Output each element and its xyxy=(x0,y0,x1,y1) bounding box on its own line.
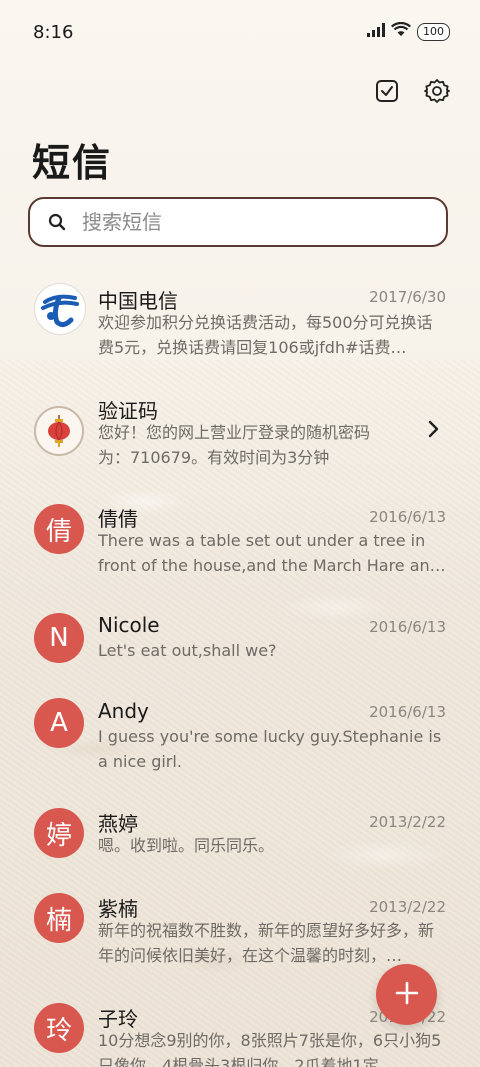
avatar: N xyxy=(34,613,84,663)
search-icon xyxy=(48,213,66,231)
list-item[interactable]: N Nicole 2016/6/13 Let's eat out,shall w… xyxy=(0,610,480,685)
message-preview: 10分想念9别的你，8张照片7张是你，6只小狗5只像你，4根骨头3根归你，2爪着… xyxy=(98,1031,442,1067)
plus-icon xyxy=(395,981,419,1009)
list-item[interactable]: 验证码 您好！您的网上营业厅登录的随机密码为：710679。有效时间为3分钟 xyxy=(0,390,480,490)
avatar: A xyxy=(34,698,84,748)
message-preview: There was a table set out under a tree i… xyxy=(98,531,446,575)
wifi-icon xyxy=(391,21,411,41)
message-date: 2016/6/13 xyxy=(369,618,446,636)
message-date: 2017/6/30 xyxy=(369,288,446,306)
page-title: 短信 xyxy=(32,141,113,185)
message-date: 2016/6/13 xyxy=(369,703,446,721)
status-icons: 100 xyxy=(367,21,450,41)
avatar: 倩 xyxy=(34,504,84,554)
avatar: 玲 xyxy=(34,1003,84,1053)
chevron-right-icon[interactable] xyxy=(428,420,440,442)
message-preview: 欢迎参加积分兑换话费活动，每500分可兑换话费5元，兑换话费请回复106或jfd… xyxy=(98,313,433,357)
message-preview: 嗯。收到啦。同乐同乐。 xyxy=(98,836,275,855)
lantern-icon xyxy=(34,406,84,456)
sender-name: Nicole xyxy=(98,613,160,637)
message-preview: Let's eat out,shall we? xyxy=(98,641,277,660)
message-preview: 新年的祝福数不胜数，新年的愿望好多好多，新年的问候依旧美好，在这个温馨的时刻，… xyxy=(98,921,435,965)
new-message-button[interactable] xyxy=(376,964,437,1025)
message-preview: 您好！您的网上营业厅登录的随机密码为：710679。有效时间为3分钟 xyxy=(98,423,371,467)
signal-icon xyxy=(367,22,385,41)
list-item[interactable]: 倩 倩倩 2016/6/13 There was a table set out… xyxy=(0,500,480,600)
toolbar-actions xyxy=(374,78,450,104)
select-icon[interactable] xyxy=(374,78,400,104)
china-telecom-logo-icon xyxy=(34,283,86,335)
settings-icon[interactable] xyxy=(424,78,450,104)
avatar: 婷 xyxy=(34,808,84,858)
list-item[interactable]: A Andy 2016/6/13 I guess you're some luc… xyxy=(0,695,480,795)
message-date: 2013/2/22 xyxy=(369,898,446,916)
list-item[interactable]: 中国电信 2017/6/30 欢迎参加积分兑换话费活动，每500分可兑换话费5元… xyxy=(0,280,480,380)
list-item[interactable]: 婷 燕婷 2013/2/22 嗯。收到啦。同乐同乐。 xyxy=(0,805,480,880)
status-bar: 8:16 100 xyxy=(0,0,480,68)
avatar: 楠 xyxy=(34,893,84,943)
message-preview: I guess you're some lucky guy.Stephanie … xyxy=(98,727,442,771)
message-date: 2013/2/22 xyxy=(369,813,446,831)
search-bar[interactable] xyxy=(28,197,448,247)
battery-icon: 100 xyxy=(417,22,450,41)
sender-name: Andy xyxy=(98,699,149,723)
message-date: 2016/6/13 xyxy=(369,508,446,526)
status-time: 8:16 xyxy=(33,22,74,43)
search-input[interactable] xyxy=(80,209,404,235)
